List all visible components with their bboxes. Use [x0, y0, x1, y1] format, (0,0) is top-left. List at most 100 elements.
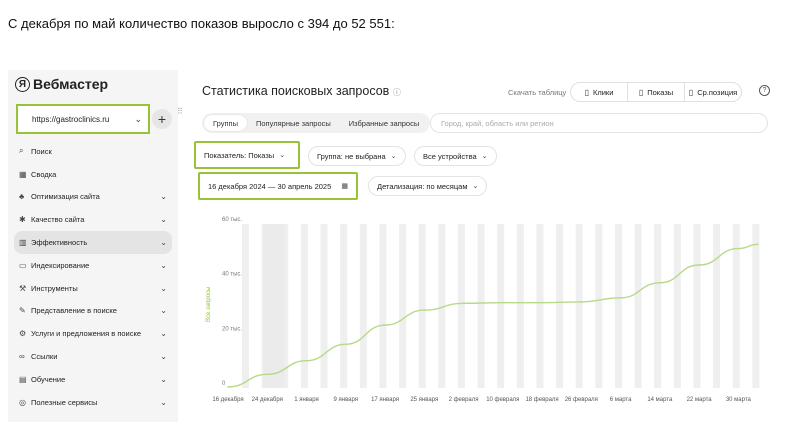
sidebar-item[interactable]: ♣ Оптимизация сайта ⌄ [14, 186, 172, 209]
sidebar-item[interactable]: ▭ Индексирование ⌄ [14, 254, 172, 277]
tab-clicks[interactable]: ▯ Клики [571, 83, 628, 101]
tab-favorite-queries[interactable]: Избранные запросы [340, 115, 428, 131]
logo-mark-icon: Я [15, 76, 30, 92]
impressions-chart: 0 20 тыс. 40 тыс. 60 тыс. Все запросы 16 дека… [188, 210, 780, 422]
group-label: Группа: не выбрана [317, 151, 386, 161]
data-point [423, 309, 426, 311]
tab-label: Ср.позиция [697, 87, 738, 97]
sidebar-item-label: Оптимизация сайта [31, 192, 100, 202]
y-tick-label: 20 тыс. [222, 326, 242, 332]
weekend-band [477, 224, 485, 388]
main-content: Статистика поисковых запросов ⓘ Скачать … [188, 70, 780, 422]
x-tick-label: 6 марта [610, 397, 632, 403]
tab-groups[interactable]: Группы [204, 115, 247, 131]
doc-icon: ▯ [584, 87, 589, 97]
monitor-icon: ▭ [19, 260, 27, 270]
data-point [305, 359, 308, 362]
add-site-button[interactable]: + [152, 109, 172, 129]
sidebar-item-label: Эффективность [31, 238, 88, 248]
weekend-band [614, 224, 622, 388]
y-tick-label: 0 [222, 381, 226, 387]
drag-handle-icon[interactable]: ⠿ [177, 108, 183, 116]
sidebar-item[interactable]: ◎ Полезные сервисы ⌄ [14, 391, 172, 414]
x-tick-label: 1 января [294, 397, 319, 403]
weekend-band [556, 224, 564, 388]
logo[interactable]: Я Вебмастер [15, 76, 108, 92]
help-icon[interactable]: ? [759, 85, 770, 96]
chevron-down-icon: ⌄ [279, 152, 286, 159]
tab-impressions[interactable]: ▯ Показы [628, 83, 685, 101]
data-point [619, 297, 622, 299]
sidebar-item-label: Индексирование [31, 260, 90, 270]
pen-icon: ✎ [19, 306, 26, 316]
chevron-down-icon: ⌄ [160, 215, 167, 225]
sidebar-item[interactable]: ▦ Сводка [14, 163, 172, 186]
tab-avg-position[interactable]: ▯ Ср.позиция [685, 83, 741, 101]
weekend-band [359, 224, 367, 388]
chevron-down-icon: ⌄ [160, 329, 167, 339]
data-point [502, 301, 504, 304]
compass-icon: ◎ [19, 397, 26, 407]
data-point [266, 373, 269, 376]
x-tick-label: 2 февраля [449, 397, 479, 403]
detail-select[interactable]: Детализация: по месяцам ⌄ [368, 176, 488, 196]
region-input[interactable]: Город, край, область или регион [430, 113, 768, 133]
logo-text: Вебмастер [33, 76, 109, 92]
page-title-text: Статистика поисковых запросов [202, 84, 390, 98]
x-tick-label: 9 января [334, 397, 359, 403]
chart-icon: ▥ [19, 238, 27, 248]
weekend-band [752, 224, 760, 388]
info-icon[interactable]: ⓘ [393, 88, 401, 97]
sidebar-item[interactable]: ⚙ Услуги и предложения в поиске ⌄ [14, 322, 172, 345]
tab-popular-queries[interactable]: Популярные запросы [247, 115, 340, 131]
chevron-down-icon: ⌄ [160, 192, 167, 202]
sidebar-item-label: Обучение [31, 374, 66, 384]
x-tick-label: 24 декабря [252, 397, 283, 403]
devices-select[interactable]: Все устройства ⌄ [414, 146, 497, 166]
site-select-label: https://gastroclinics.ru [32, 114, 110, 124]
sidebar-item-label: Качество сайта [31, 215, 85, 225]
weekend-band [399, 224, 407, 388]
sidebar: Я Вебмастер https://gastroclinics.ru ⌄ +… [8, 70, 178, 422]
weekend-band [654, 224, 662, 388]
query-tabs: Группы Популярные запросы Избранные запр… [202, 113, 431, 133]
x-tick-label: 16 декабря [212, 397, 243, 403]
sidebar-item[interactable]: ✎ Представление в поиске ⌄ [14, 300, 172, 323]
sidebar-item[interactable]: ▥ Эффективность ⌄ [14, 231, 172, 254]
x-tick-label: 25 января [410, 397, 438, 403]
x-tick-label: 14 марта [647, 397, 673, 403]
data-point [227, 386, 229, 388]
chevron-down-icon: ⌄ [160, 352, 167, 362]
sidebar-item[interactable]: ✱ Качество сайта ⌄ [14, 208, 172, 231]
chevron-down-icon: ⌄ [160, 306, 167, 316]
sidebar-item[interactable]: ⌕ Поиск [14, 140, 172, 163]
chevron-down-icon: ⌄ [390, 153, 397, 160]
doc-icon: ▯ [638, 87, 644, 97]
weekend-band [320, 224, 328, 388]
data-point [580, 301, 583, 303]
weekend-band [595, 224, 603, 388]
sidebar-item[interactable]: ∞ Ссылки ⌄ [14, 345, 172, 368]
group-select[interactable]: Группа: не выбрана ⌄ [308, 146, 406, 166]
date-range-picker[interactable]: 16 декабря 2024 — 30 апрель 2025 ▦ [198, 172, 358, 200]
sidebar-item[interactable]: ▤ Обучение ⌄ [14, 368, 172, 391]
sidebar-item[interactable]: ⚒ Инструменты ⌄ [14, 277, 172, 300]
x-tick-label: 17 января [371, 397, 399, 403]
data-point [541, 301, 543, 304]
download-table-link[interactable]: Скачать таблицу [508, 88, 566, 97]
holiday-band [263, 224, 285, 388]
doc-icon: ▯ [688, 87, 694, 97]
data-point [757, 243, 759, 246]
indicator-select[interactable]: Показатель: Показы ⌄ [194, 141, 300, 169]
data-point [737, 247, 740, 250]
weekend-band [457, 224, 465, 388]
indicator-label: Показатель: Показы [204, 150, 275, 160]
chevron-down-icon: ⌄ [160, 238, 167, 248]
bug-icon: ✱ [19, 215, 26, 225]
weekend-band [497, 224, 505, 388]
site-select[interactable]: https://gastroclinics.ru ⌄ [16, 104, 150, 134]
y-tick-label: 60 тыс. [222, 217, 242, 223]
weekend-band [242, 224, 249, 388]
y-axis-label: Все запросы [206, 287, 212, 322]
data-point [462, 302, 465, 305]
